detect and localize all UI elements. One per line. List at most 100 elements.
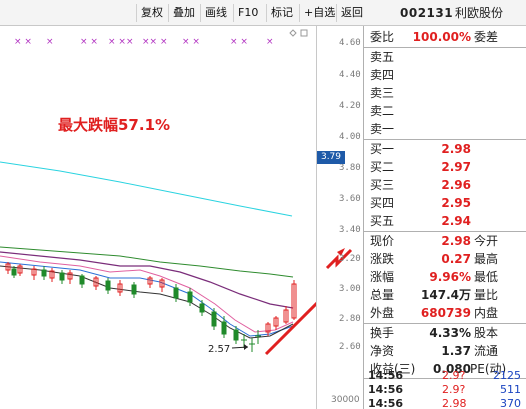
buy-4-label: 买四 bbox=[370, 196, 395, 210]
sell-2-label: 卖二 bbox=[370, 104, 395, 118]
y-tick: 3.20 bbox=[339, 254, 361, 264]
stat-row: 现价 2.98 今开 bbox=[364, 232, 526, 250]
svg-text:× ×: × × bbox=[80, 37, 98, 47]
overlay-button[interactable]: 叠加 bbox=[168, 4, 199, 22]
stat2-row: 净资 1.37 流通 bbox=[364, 342, 526, 360]
stat-label-2: 最低 bbox=[474, 270, 499, 284]
weibi-label: 委比 bbox=[370, 30, 395, 44]
stat-label: 总量 bbox=[370, 288, 395, 302]
stat-value: 147.4万 bbox=[421, 288, 471, 302]
svg-text:×: × bbox=[266, 37, 274, 47]
sell-4-label: 卖四 bbox=[370, 68, 395, 82]
stat2-label: 净资 bbox=[370, 344, 395, 358]
stat-value: 9.96% bbox=[429, 270, 471, 284]
stat-value: 680739 bbox=[420, 306, 471, 320]
back-button[interactable]: 返回 bbox=[336, 4, 367, 22]
sell-2-row: 卖二 bbox=[364, 102, 526, 120]
tick-row: 14:56 2.98 370 bbox=[364, 396, 526, 409]
stat-row: 涨跌 0.27 最高 bbox=[364, 250, 526, 268]
stat-label-2: 今开 bbox=[474, 234, 499, 248]
buy-2-row: 买二 2.97 bbox=[364, 158, 526, 176]
buy-4-row: 买四 2.95 bbox=[364, 194, 526, 212]
quote-panel: 委比 100.00% 委差 卖五 卖四 卖三 卖二 卖一 买一 2.98 买二 … bbox=[363, 26, 526, 409]
y-tick: 3.80 bbox=[339, 163, 361, 173]
y-tick: 3.00 bbox=[339, 284, 361, 294]
stat2-label-2: 流通 bbox=[474, 344, 499, 358]
svg-text:×: × bbox=[46, 37, 54, 47]
buy-4-price: 2.95 bbox=[441, 196, 471, 210]
svg-text:× ××: × ×× bbox=[108, 37, 133, 47]
sell-3-row: 卖三 bbox=[364, 84, 526, 102]
weicha-label: 委差 bbox=[474, 30, 499, 44]
y-tick: 4.60 bbox=[339, 38, 361, 48]
buy-5-label: 买五 bbox=[370, 214, 395, 228]
stat2-label: 换手 bbox=[370, 326, 395, 340]
stat-label-2: 最高 bbox=[474, 252, 499, 266]
stat-label: 外盘 bbox=[370, 306, 395, 320]
kline-chart[interactable]: × × × × × × ×× ×× × × × × × × 最大跌幅57.1% bbox=[0, 26, 328, 409]
sell-5-row: 卖五 bbox=[364, 48, 526, 66]
svg-text:× ×: × × bbox=[230, 37, 248, 47]
f10-button[interactable]: F10 bbox=[233, 4, 262, 22]
stat-label: 涨幅 bbox=[370, 270, 395, 284]
mark-button[interactable]: 标记 bbox=[266, 4, 297, 22]
svg-text:× ×: × × bbox=[14, 37, 32, 47]
toolbar: 复权 叠加 画线 F10 标记 +自选 返回 002131 利欧股份 bbox=[0, 0, 526, 26]
stat2-value: 1.37 bbox=[441, 344, 471, 358]
svg-text:× ×: × × bbox=[182, 37, 200, 47]
y-tick: 4.20 bbox=[339, 101, 361, 111]
draw-line-button[interactable]: 画线 bbox=[200, 4, 231, 22]
y-tick: 4.40 bbox=[339, 70, 361, 80]
y-tick: 3.60 bbox=[339, 194, 361, 204]
low-price-label: 2.57 bbox=[208, 344, 230, 355]
ma-cyan-line bbox=[0, 161, 293, 217]
buy-3-row: 买三 2.96 bbox=[364, 176, 526, 194]
stat2-row: 换手 4.33% 股本 bbox=[364, 324, 526, 342]
kline-svg: × × × × × × ×× ×× × × × × × × 最大跌幅57.1% bbox=[0, 29, 328, 356]
stat2-label-2: 股本 bbox=[474, 326, 499, 340]
stat-label-2: 量比 bbox=[474, 288, 499, 302]
buy-1-row: 买一 2.98 bbox=[364, 140, 526, 158]
sell-4-row: 卖四 bbox=[364, 66, 526, 84]
signal-markers: × × × × × × ×× ×× × × × × × × bbox=[14, 37, 274, 47]
low-pointer-head bbox=[244, 344, 248, 350]
tick-time: 14:56 bbox=[368, 397, 404, 409]
stat-row: 涨幅 9.96% 最低 bbox=[364, 268, 526, 286]
current-price-tag: 3.79 bbox=[317, 151, 345, 164]
y-tick: 2.60 bbox=[339, 342, 361, 352]
fuquan-button[interactable]: 复权 bbox=[136, 4, 167, 22]
stat-row: 总量 147.4万 量比 bbox=[364, 286, 526, 304]
stat2-value: 4.33% bbox=[429, 326, 471, 340]
tick-volume: 370 bbox=[500, 397, 521, 409]
max-drop-annotation: 最大跌幅57.1% bbox=[58, 116, 170, 134]
weibi-row: 委比 100.00% 委差 bbox=[364, 28, 526, 46]
price-axis: 4.60 4.40 4.20 4.00 3.80 3.60 3.40 3.20 … bbox=[316, 26, 363, 409]
stat-value: 0.27 bbox=[441, 252, 471, 266]
buy-5-price: 2.94 bbox=[441, 214, 471, 228]
buy-1-label: 买一 bbox=[370, 142, 395, 156]
stock-name: 利欧股份 bbox=[455, 6, 504, 20]
weibi-value: 100.00% bbox=[412, 30, 471, 44]
stat-value: 2.98 bbox=[441, 234, 471, 248]
stat-label: 涨跌 bbox=[370, 252, 395, 266]
candles bbox=[5, 262, 297, 352]
add-watchlist-button[interactable]: +自选 bbox=[299, 4, 339, 22]
sell-3-label: 卖三 bbox=[370, 86, 395, 100]
sell-1-row: 卖一 bbox=[364, 120, 526, 138]
y-tick: 2.80 bbox=[339, 314, 361, 324]
buy-2-price: 2.97 bbox=[441, 160, 471, 174]
y-tick: 3.40 bbox=[339, 225, 361, 235]
buy-5-row: 买五 2.94 bbox=[364, 212, 526, 230]
volume-axis-label: 30000 bbox=[331, 395, 360, 405]
buy-2-label: 买二 bbox=[370, 160, 395, 174]
stat-label-2: 内盘 bbox=[474, 306, 499, 320]
buy-3-label: 买三 bbox=[370, 178, 395, 192]
svg-text:×× ×: ×× × bbox=[142, 37, 167, 47]
stat-label: 现价 bbox=[370, 234, 395, 248]
buy-1-price: 2.98 bbox=[441, 142, 471, 156]
tick-price: 2.98 bbox=[442, 397, 467, 409]
sell-1-label: 卖一 bbox=[370, 122, 395, 136]
top-right-diamonds bbox=[289, 29, 308, 37]
stat-row: 外盘 680739 内盘 bbox=[364, 304, 526, 322]
y-tick: 4.00 bbox=[339, 132, 361, 142]
